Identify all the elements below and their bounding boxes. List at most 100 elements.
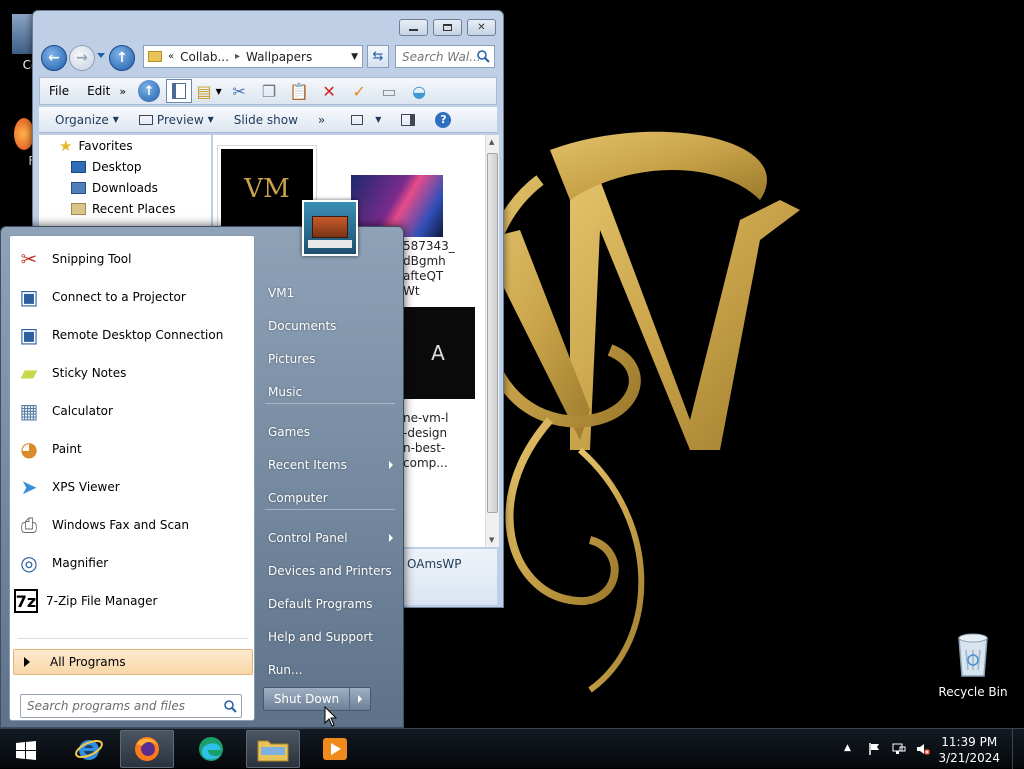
start-program-item[interactable]: ➤ XPS Viewer [14, 470, 250, 504]
toolbar-properties-button[interactable]: ▭ [376, 79, 402, 103]
start-link-music[interactable]: Music [263, 378, 399, 406]
start-link-documents[interactable]: Documents [263, 312, 399, 340]
command-overflow-button[interactable]: » [308, 113, 335, 127]
scroll-up-icon[interactable]: ▲ [489, 138, 494, 146]
toolbar-up-button[interactable]: ↑ [136, 79, 162, 103]
file-label-1[interactable]: 587343_ dBgmh afteQT Wt [403, 239, 455, 299]
toolbar-delete-button[interactable]: ✕ [316, 79, 342, 103]
start-link-default-programs[interactable]: Default Programs [263, 590, 399, 618]
start-program-item[interactable]: 7z 7-Zip File Manager [14, 584, 250, 618]
menu-edit[interactable]: Edit [78, 84, 119, 98]
start-link-devices-and-printers[interactable]: Devices and Printers [263, 557, 399, 585]
properties-icon: ▭ [381, 81, 397, 101]
chevron-down-icon[interactable]: ▼ [351, 52, 358, 62]
minimize-button[interactable] [399, 19, 428, 36]
vertical-scrollbar[interactable]: ▲ ▼ [485, 135, 499, 547]
back-button[interactable]: ← [41, 45, 67, 71]
start-program-item[interactable]: ⎙ Windows Fax and Scan [14, 508, 250, 542]
chevron-right-icon: ▸ [234, 51, 240, 62]
breadcrumb-wallpapers[interactable]: Wallpapers [246, 50, 312, 64]
toolbar-check-button[interactable]: ✓ [346, 79, 372, 103]
refresh-button[interactable]: ⇆ [367, 45, 389, 68]
start-link-pictures[interactable]: Pictures [263, 345, 399, 373]
start-link-computer[interactable]: Computer [263, 484, 399, 512]
start-button[interactable] [8, 737, 44, 765]
explorer-search-input[interactable]: Search Wal... [395, 45, 495, 68]
shutdown-options-button[interactable] [350, 695, 370, 703]
all-programs-button[interactable]: All Programs [13, 649, 253, 675]
scroll-thumb[interactable] [487, 153, 498, 513]
start-link-recent-items[interactable]: Recent Items [263, 451, 399, 479]
file-thumbnail-vm-design[interactable]: A [401, 307, 475, 399]
start-program-label: Snipping Tool [52, 252, 132, 266]
toolbar-paste-button[interactable]: 📋 [286, 79, 312, 103]
address-row: ← → ↑ « Collab... ▸ Wallpapers ▼ ⇆ Searc… [39, 43, 497, 71]
menu-overflow-icon[interactable]: » [119, 85, 126, 98]
sticky-notes-icon: ▰ [20, 360, 38, 386]
close-button[interactable]: ✕ [467, 19, 496, 36]
nav-recent-places[interactable]: Recent Places [39, 198, 211, 219]
network-icon[interactable] [892, 742, 906, 756]
preview-icon [138, 114, 153, 125]
maximize-button[interactable] [433, 19, 462, 36]
start-program-item[interactable]: ▦ Calculator [14, 394, 250, 428]
separator [18, 638, 248, 639]
start-program-item[interactable]: ◕ Paint [14, 432, 250, 466]
preview-pane-button[interactable] [391, 113, 425, 126]
nav-favorites[interactable]: ★ Favorites [39, 135, 211, 156]
start-program-label: 7-Zip File Manager [46, 594, 158, 608]
start-program-item[interactable]: ▰ Sticky Notes [14, 356, 250, 390]
start-search-input[interactable]: Search programs and files [20, 694, 242, 718]
toolbar-views-button[interactable]: ▤ ▼ [196, 79, 222, 103]
action-center-flag-icon[interactable] [868, 742, 882, 756]
user-picture[interactable] [302, 200, 358, 256]
start-link-games[interactable]: Games [263, 418, 399, 446]
file-label-2[interactable]: ne-vm-l -design n-best- comp... [403, 411, 448, 471]
change-view-button[interactable]: ▼ [341, 114, 391, 125]
scroll-down-icon[interactable]: ▼ [489, 536, 494, 544]
start-program-item[interactable]: ▣ Remote Desktop Connection [14, 318, 250, 352]
vm-logo-image: VM [221, 149, 313, 229]
taskbar-edge[interactable] [184, 730, 238, 768]
desktop-icon-recycle-bin[interactable]: Recycle Bin [938, 630, 1008, 699]
nav-downloads[interactable]: Downloads [39, 177, 211, 198]
organize-button[interactable]: Organize ▼ [39, 113, 129, 127]
start-program-item[interactable]: ✂ Snipping Tool [14, 242, 250, 276]
start-program-item[interactable]: ◎ Magnifier [14, 546, 250, 580]
address-bar[interactable]: « Collab... ▸ Wallpapers ▼ [143, 45, 363, 68]
view-icon [351, 114, 364, 125]
preview-button[interactable]: Preview ▼ [129, 113, 224, 127]
help-button[interactable]: ? [425, 111, 461, 128]
menu-file[interactable]: File [40, 84, 78, 98]
start-link-vm1[interactable]: VM1 [263, 279, 399, 307]
show-hidden-icons-button[interactable]: ▲ [844, 743, 858, 757]
breadcrumb-collab[interactable]: Collab... [180, 50, 229, 64]
start-program-label: Windows Fax and Scan [52, 518, 190, 532]
taskbar-file-explorer[interactable] [246, 730, 300, 768]
toolbar-copy-button[interactable]: ❐ [256, 79, 282, 103]
separator [265, 403, 395, 404]
nav-desktop[interactable]: Desktop [39, 156, 211, 177]
recent-pages-dropdown[interactable] [97, 53, 105, 58]
explorer-titlebar[interactable]: ✕ [33, 11, 503, 41]
shutdown-button[interactable]: Shut Down [263, 687, 371, 711]
toolbar-cut-button[interactable]: ✂ [226, 79, 252, 103]
start-link-control-panel[interactable]: Control Panel [263, 524, 399, 552]
start-link-help-and-support[interactable]: Help and Support [263, 623, 399, 651]
taskbar-internet-explorer[interactable] [62, 730, 116, 768]
forward-button[interactable]: → [69, 45, 95, 71]
slideshow-button[interactable]: Slide show [224, 113, 308, 127]
start-link-run[interactable]: Run... [263, 656, 399, 684]
toolbar-shell-button[interactable]: ◒ [406, 79, 432, 103]
toolbar-folders-button[interactable] [166, 79, 193, 103]
chevron-down-icon: ▼ [375, 115, 382, 124]
clock[interactable]: 11:39 PM 3/21/2024 [938, 734, 1000, 766]
copy-icon: ❐ [261, 81, 277, 101]
up-button[interactable]: ↑ [109, 45, 135, 71]
show-desktop-button[interactable] [1012, 729, 1024, 769]
taskbar-firefox[interactable] [120, 730, 174, 768]
taskbar-media-player[interactable] [308, 730, 362, 768]
start-program-item[interactable]: ▣ Connect to a Projector [14, 280, 250, 314]
cut-icon: ✂ [232, 81, 246, 101]
volume-muted-icon[interactable] [916, 742, 930, 756]
